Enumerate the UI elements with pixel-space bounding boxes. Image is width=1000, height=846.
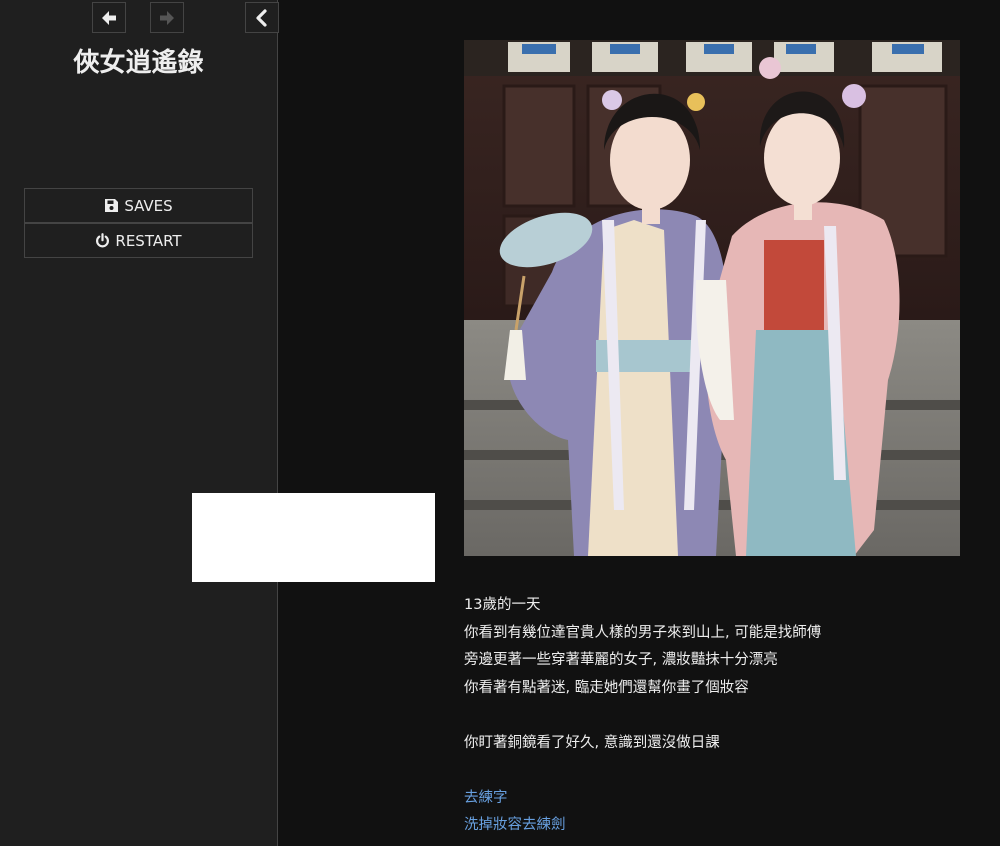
passage-text: 13歲的一天 你看到有幾位達官貴人樣的男子來到山上, 可能是找師傅 旁邊更著一些… <box>464 592 984 840</box>
passage-image <box>464 40 960 556</box>
white-ad-placeholder <box>192 493 435 582</box>
passage-line: 旁邊更著一些穿著華麗的女子, 濃妝豔抹十分漂亮 <box>464 652 778 668</box>
two-women-in-hanfu-photo <box>464 40 960 556</box>
arrow-left-icon <box>102 10 116 25</box>
saves-label: SAVES <box>124 196 173 215</box>
passage-line: 13歲的一天 <box>464 597 541 613</box>
restart-button[interactable]: RESTART <box>24 223 253 258</box>
restart-label: RESTART <box>115 231 182 250</box>
power-icon <box>95 233 110 248</box>
floppy-disk-icon <box>104 198 119 213</box>
sidebar-toggle-button[interactable] <box>245 2 279 33</box>
saves-button[interactable]: SAVES <box>24 188 253 223</box>
story-title: 俠女逍遙錄 <box>73 48 204 78</box>
history-forward-button[interactable] <box>150 2 184 33</box>
passage-line: 你看到有幾位達官貴人樣的男子來到山上, 可能是找師傅 <box>464 624 822 641</box>
chevron-left-icon <box>256 8 267 27</box>
passage-line: 你看著有點著迷, 臨走她們還幫你畫了個妝容 <box>464 679 749 696</box>
arrow-right-icon <box>160 10 174 25</box>
choice-wash-makeup-link[interactable]: 洗掉妝容去練劍 <box>464 812 984 840</box>
history-back-button[interactable] <box>92 2 126 33</box>
passage-line: 你盯著銅鏡看了好久, 意識到還沒做日課 <box>464 734 720 751</box>
choice-practice-calligraphy-link[interactable]: 去練字 <box>464 785 984 813</box>
sidebar: 俠女逍遙錄 SAVES RESTART <box>0 0 279 846</box>
